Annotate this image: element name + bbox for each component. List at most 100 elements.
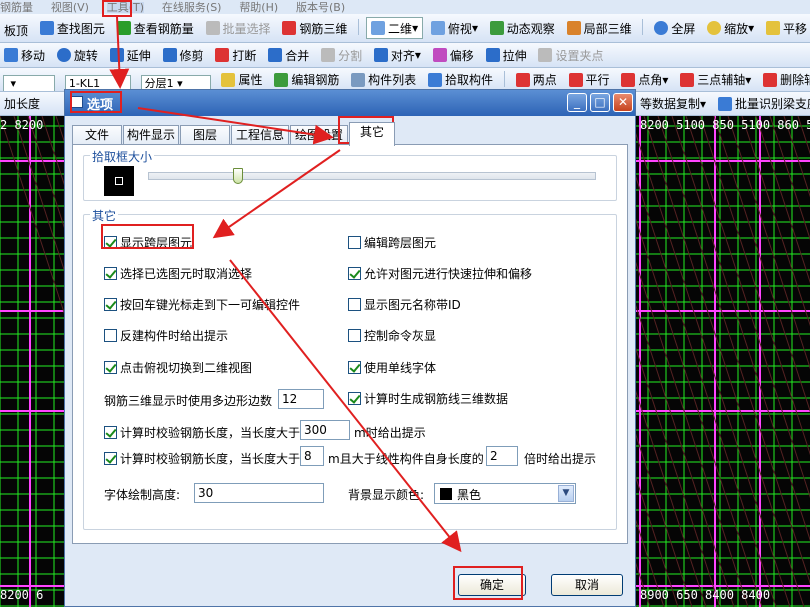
top-view-button[interactable]: 俯视 ▾ xyxy=(427,14,482,42)
bg-color-select[interactable]: 黑色 ▼ xyxy=(434,483,576,504)
checkbox-box[interactable] xyxy=(104,361,117,374)
length-ratio-input[interactable]: 2 xyxy=(486,446,518,466)
check-length-checkbox[interactable]: 计算时校验钢筋长度，当长度大于 xyxy=(104,424,300,441)
batch-identify-button[interactable]: 批量识别梁支座 xyxy=(714,92,810,115)
tab-other[interactable]: 其它 xyxy=(349,122,395,146)
polygon-sides-input[interactable]: 12 xyxy=(278,389,324,409)
edit-cross-layer-checkbox[interactable]: 编辑跨层图元 xyxy=(348,234,436,251)
properties-icon xyxy=(221,72,236,87)
properties-button[interactable]: 属性 xyxy=(217,68,266,91)
length-limit2-input[interactable]: 8 xyxy=(300,446,324,466)
tab-panel-other: 拾取框大小 其它 显示跨层图元 选择已选图元时取消选择 按回车键光标走到下一可编… xyxy=(72,144,628,544)
parallel-button[interactable]: 平行 xyxy=(565,68,614,91)
menu-item[interactable]: 视图(V) xyxy=(51,2,89,13)
checkbox-box[interactable] xyxy=(104,329,117,342)
checkbox-box[interactable] xyxy=(104,298,117,311)
add-length-button[interactable]: 加长度 xyxy=(0,92,44,115)
edit-rebar-button[interactable]: 编辑钢筋 xyxy=(270,68,343,91)
menu-item[interactable]: 在线服务(S) xyxy=(162,2,222,13)
checkbox-box[interactable] xyxy=(348,329,361,342)
rebar-3d-button[interactable]: 钢筋三维 xyxy=(278,14,351,42)
2d-icon xyxy=(371,21,386,35)
move-button[interactable]: 移动 xyxy=(0,43,49,67)
stretch-button[interactable]: 拉伸 xyxy=(482,43,531,67)
rotate-icon xyxy=(56,48,71,62)
checkbox-box[interactable] xyxy=(348,298,361,311)
offset-button[interactable]: 偏移 xyxy=(429,43,478,67)
three-point-axis-button[interactable]: 三点辅轴 ▾ xyxy=(676,68,755,91)
check-length-ratio-checkbox[interactable]: 计算时校验钢筋长度，当长度大于 xyxy=(104,450,300,467)
point-angle-button[interactable]: 点角 ▾ xyxy=(617,68,672,91)
tab-file[interactable]: 文件 xyxy=(72,125,122,145)
length-limit-input[interactable]: 300 xyxy=(300,420,350,440)
tab-project-info[interactable]: 工程信息 xyxy=(231,125,289,145)
blank-select[interactable]: ▾ xyxy=(3,74,55,91)
chevron-down-icon[interactable]: ▼ xyxy=(558,485,574,502)
cad-dimension-label: 8200 6 xyxy=(0,588,44,602)
two-point-button[interactable]: 两点 xyxy=(512,68,561,91)
orbit-button[interactable]: 动态观察 xyxy=(486,14,559,42)
checkbox-box[interactable] xyxy=(104,452,117,465)
dialog-title-bar[interactable]: 选项 _ □ ✕ xyxy=(65,90,635,116)
zoom-icon xyxy=(654,21,669,35)
show-name-with-id-checkbox[interactable]: 显示图元名称带ID xyxy=(348,296,461,313)
2d-button[interactable]: 二维 ▾ xyxy=(366,17,424,39)
axis-icon xyxy=(680,72,695,87)
menu-item[interactable]: 钢筋量 xyxy=(0,2,33,13)
minimize-button[interactable]: _ xyxy=(567,93,587,112)
extend-button[interactable]: 延伸 xyxy=(106,43,155,67)
data-copy-button[interactable]: 等数据复制 ▾ xyxy=(636,92,710,115)
grey-commands-checkbox[interactable]: 控制命令灰显 xyxy=(348,327,436,344)
checkbox-box[interactable] xyxy=(348,236,361,249)
merge-button[interactable]: 合并 xyxy=(264,43,313,67)
align-button[interactable]: 对齐 ▾ xyxy=(370,43,425,67)
zoom-button[interactable]: 缩放 ▾ xyxy=(703,14,758,42)
length-limit-suffix: m时给出提示 xyxy=(354,426,426,440)
toolbar-item[interactable]: 板顶 xyxy=(0,17,32,43)
pan-button[interactable]: 平移 xyxy=(762,14,810,42)
group-label: 其它 xyxy=(90,207,119,224)
generate-3d-data-checkbox[interactable]: 计算时生成钢筋线三维数据 xyxy=(348,390,508,407)
deselect-on-reselect-checkbox[interactable]: 选择已选图元时取消选择 xyxy=(104,265,252,282)
rebar-3d-icon xyxy=(282,21,297,35)
split-button[interactable]: 分割 xyxy=(317,43,366,67)
checkbox-box[interactable] xyxy=(348,361,361,374)
rebar-icon xyxy=(116,21,131,35)
other-group: 其它 显示跨层图元 选择已选图元时取消选择 按回车键光标走到下一可编辑控件 反建… xyxy=(83,207,617,530)
batch-select-button[interactable]: 批量选择 xyxy=(202,14,275,42)
checkbox-box[interactable] xyxy=(348,267,361,280)
font-height-input[interactable]: 30 xyxy=(194,483,324,503)
pick-component-button[interactable]: 拾取构件 xyxy=(424,68,497,91)
close-button[interactable]: ✕ xyxy=(613,93,633,112)
tab-layers[interactable]: 图层 xyxy=(180,125,230,145)
rotate-button[interactable]: 旋转 xyxy=(53,43,102,67)
cube-icon xyxy=(430,21,445,35)
maximize-button[interactable]: □ xyxy=(590,93,610,112)
local-3d-button[interactable]: 局部三维 xyxy=(563,14,636,42)
delete-axis-button[interactable]: 删除辅轴 xyxy=(759,68,810,91)
fullscreen-button[interactable]: 全屏 xyxy=(650,14,699,42)
quick-stretch-checkbox[interactable]: 允许对图元进行快速拉伸和偏移 xyxy=(348,265,532,282)
view-rebar-button[interactable]: 查看钢筋量 xyxy=(113,14,198,42)
single-line-font-checkbox[interactable]: 使用单线字体 xyxy=(348,359,436,376)
tab-component-display[interactable]: 构件显示 xyxy=(123,125,179,145)
font-height-label: 字体绘制高度: xyxy=(104,488,181,502)
top-view-2d-checkbox[interactable]: 点击俯视切换到二维视图 xyxy=(104,359,252,376)
cad-dimension-label: 2 8200 xyxy=(0,118,44,132)
component-list-button[interactable]: 构件列表 xyxy=(347,68,420,91)
reverse-build-prompt-checkbox[interactable]: 反建构件时给出提示 xyxy=(104,327,228,344)
break-button[interactable]: 打断 xyxy=(211,43,260,67)
checkbox-box[interactable] xyxy=(104,267,117,280)
pick-size-slider-thumb[interactable] xyxy=(232,168,243,184)
menu-item[interactable]: 版本号(B) xyxy=(296,2,345,13)
checkbox-box[interactable] xyxy=(348,392,361,405)
enter-next-control-checkbox[interactable]: 按回车键光标走到下一可编辑控件 xyxy=(104,296,300,313)
cancel-button[interactable]: 取消 xyxy=(551,574,623,596)
set-grip-button[interactable]: 设置夹点 xyxy=(534,43,607,67)
find-element-button[interactable]: 查找图元 xyxy=(36,14,109,42)
pick-size-slider-track[interactable] xyxy=(148,172,596,180)
menu-item[interactable]: 帮助(H) xyxy=(239,2,278,13)
trim-button[interactable]: 修剪 xyxy=(159,43,208,67)
checkbox-box[interactable] xyxy=(104,426,117,439)
polygon-sides-label: 钢筋三维显示时使用多边形边数 xyxy=(104,394,273,408)
